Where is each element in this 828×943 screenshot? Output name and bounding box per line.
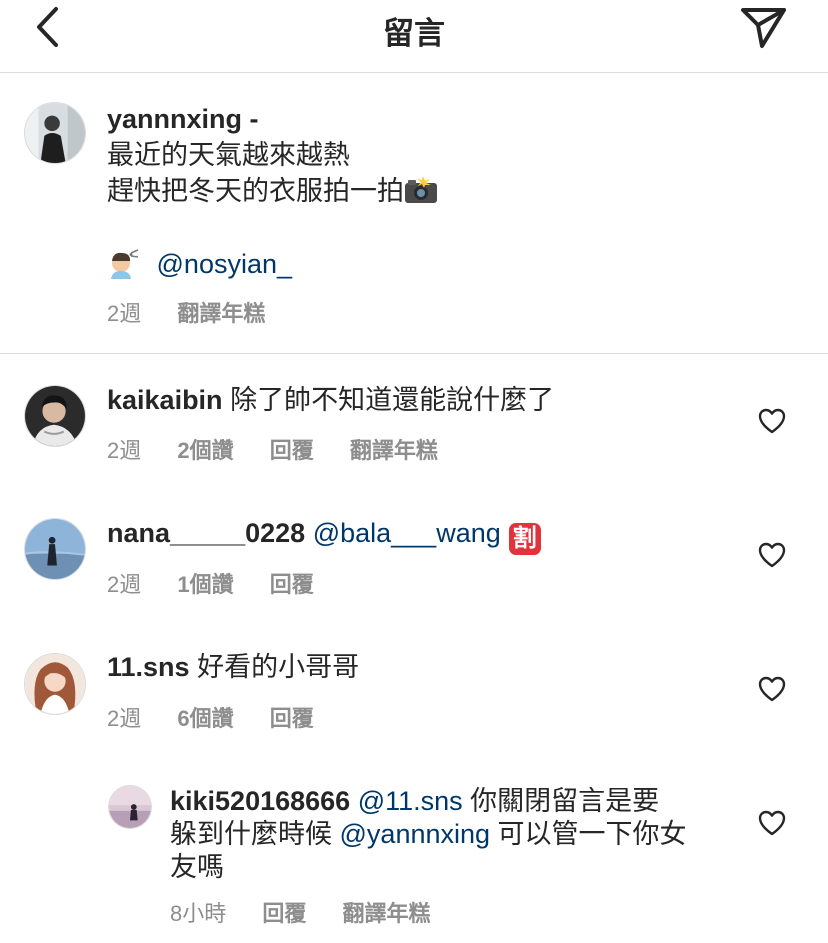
reply-meta: 8小時 回覆 翻譯年糕 bbox=[170, 896, 431, 928]
reply-timestamp: 8小時 bbox=[170, 901, 227, 926]
comment-body: 除了帥不知道還能說什麼了 bbox=[222, 385, 555, 415]
reply-username[interactable]: kiki520168666 bbox=[170, 786, 350, 816]
comment-text: kaikaibin 除了帥不知道還能說什麼了 bbox=[107, 382, 554, 418]
caption-author[interactable]: yannnxing - bbox=[107, 101, 259, 137]
reply-button[interactable]: 回覆 bbox=[270, 438, 314, 463]
comment-body: 好看的小哥哥 bbox=[189, 652, 360, 682]
heart-outline-icon[interactable] bbox=[758, 408, 786, 434]
reply-text-line-2: 躲到什麼時候 @yannnxing 可以管一下你女 bbox=[170, 816, 687, 852]
comment-text: 11.sns 好看的小哥哥 bbox=[107, 649, 359, 685]
reply-body-2b: 可以管一下你女 bbox=[490, 819, 687, 849]
caption-timestamp: 2週 bbox=[107, 301, 142, 326]
comment-username[interactable]: nana_____0228 bbox=[107, 518, 305, 548]
avatar[interactable] bbox=[24, 102, 86, 164]
comment-timestamp: 2週 bbox=[107, 572, 142, 597]
likes-count-button[interactable]: 6個讚 bbox=[177, 706, 233, 731]
avatar[interactable] bbox=[24, 385, 86, 447]
caption-line-2: 趕快把冬天的衣服拍一拍 bbox=[107, 173, 438, 209]
comment-mention-link[interactable]: @bala___wang bbox=[313, 518, 501, 548]
reply-text-line-3: 友嗎 bbox=[170, 852, 224, 882]
split-badge-icon: 割 bbox=[508, 523, 541, 555]
camera-flash-icon bbox=[405, 176, 437, 203]
reply-mention-link[interactable]: @11.sns bbox=[358, 786, 463, 816]
paper-plane-icon bbox=[741, 8, 786, 48]
heart-outline-icon[interactable] bbox=[758, 542, 786, 568]
caption-credit: @nosyian_ bbox=[107, 246, 292, 282]
caption-line-1: 最近的天氣越來越熱 bbox=[107, 140, 350, 170]
caption-line-2-text: 趕快把冬天的衣服拍一拍 bbox=[107, 176, 404, 206]
heart-outline-icon[interactable] bbox=[758, 676, 786, 702]
caption-meta: 2週 翻譯年糕 bbox=[107, 296, 265, 328]
avatar[interactable] bbox=[24, 518, 86, 580]
likes-count-button[interactable]: 1個讚 bbox=[177, 572, 233, 597]
comment-meta: 2週 2個讚 回覆 翻譯年糕 bbox=[107, 433, 438, 465]
translate-button[interactable]: 翻譯年糕 bbox=[350, 438, 438, 463]
comment-meta: 2週 1個讚 回覆 bbox=[107, 567, 314, 599]
reply-body-2a: 躲到什麼時候 bbox=[170, 819, 340, 849]
caption-username[interactable]: yannnxing - bbox=[107, 104, 259, 134]
translate-button[interactable]: 翻譯年糕 bbox=[343, 901, 431, 926]
post-caption: yannnxing - 最近的天氣越來越熱 趕快把冬天的衣服拍一拍 @nosyi… bbox=[0, 73, 828, 354]
comment-username[interactable]: kaikaibin bbox=[107, 385, 223, 415]
share-button[interactable] bbox=[738, 4, 790, 50]
likes-count-button[interactable]: 2個讚 bbox=[177, 438, 233, 463]
comment-timestamp: 2週 bbox=[107, 706, 142, 731]
heart-outline-icon[interactable] bbox=[758, 810, 786, 836]
haircut-person-icon bbox=[111, 249, 139, 279]
comment-meta: 2週 6個讚 回覆 bbox=[107, 701, 314, 733]
reply-text-line-1: kiki520168666 @11.sns 你關閉留言是要 bbox=[170, 783, 659, 819]
comment-timestamp: 2週 bbox=[107, 438, 142, 463]
reply-mention-link-2[interactable]: @yannnxing bbox=[340, 819, 491, 849]
reply-button[interactable]: 回覆 bbox=[270, 572, 314, 597]
avatar[interactable] bbox=[24, 653, 86, 715]
comment-text: nana_____0228 @bala___wang 割 bbox=[107, 515, 541, 555]
translate-button[interactable]: 翻譯年糕 bbox=[177, 301, 265, 326]
reply-body-1: 你關閉留言是要 bbox=[462, 786, 660, 816]
page-title: 留言 bbox=[383, 16, 445, 51]
comment-username[interactable]: 11.sns bbox=[107, 652, 190, 682]
reply-button[interactable]: 回覆 bbox=[270, 706, 314, 731]
credit-mention-link[interactable]: @nosyian_ bbox=[157, 249, 293, 279]
reply-button[interactable]: 回覆 bbox=[262, 901, 306, 926]
avatar[interactable] bbox=[108, 785, 152, 829]
top-bar: 留言 bbox=[0, 0, 828, 73]
